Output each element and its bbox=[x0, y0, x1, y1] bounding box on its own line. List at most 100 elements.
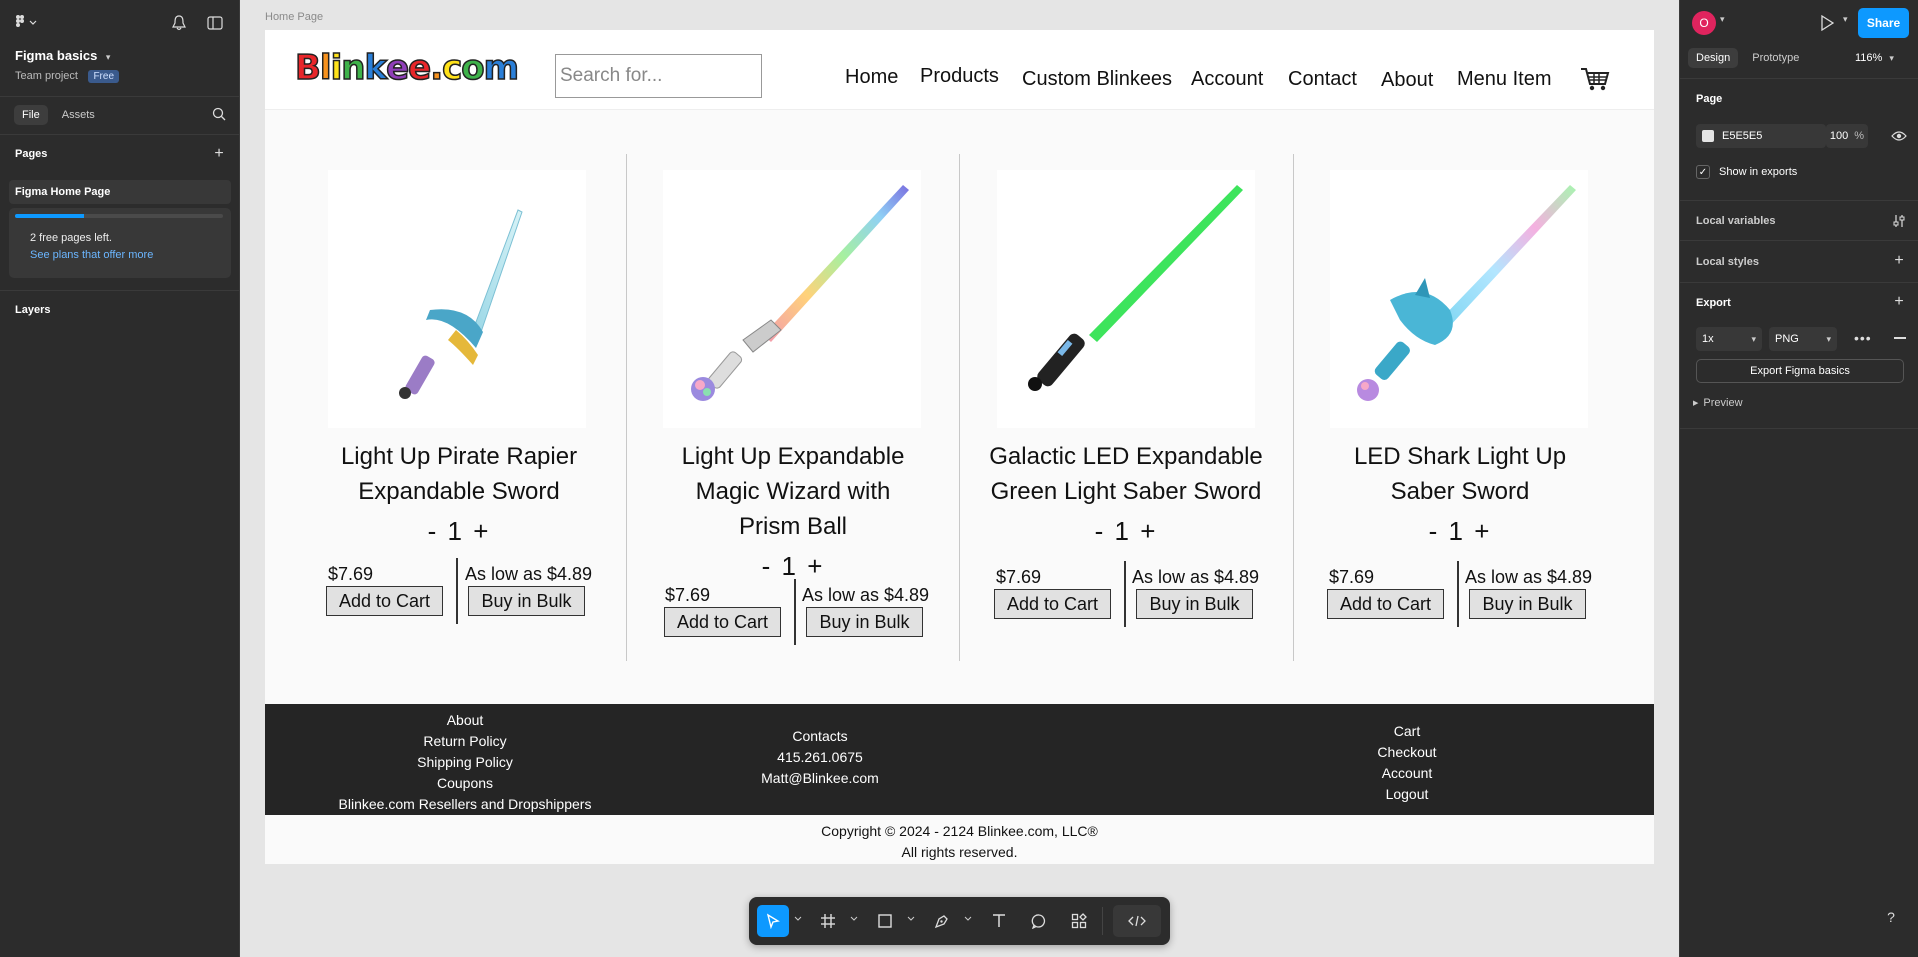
footer-link-account[interactable]: Account bbox=[1347, 763, 1467, 784]
rectangle-tool-icon[interactable] bbox=[869, 905, 901, 937]
more-options-icon[interactable]: ••• bbox=[1854, 330, 1872, 346]
decrement-button[interactable]: - bbox=[1095, 516, 1106, 546]
dev-mode-toggle[interactable] bbox=[1113, 905, 1161, 937]
see-plans-link[interactable]: See plans that offer more bbox=[30, 249, 153, 261]
footer-email[interactable]: Matt@Blinkee.com bbox=[710, 768, 930, 789]
increment-button[interactable]: + bbox=[1140, 516, 1157, 546]
decrement-button[interactable]: - bbox=[762, 551, 773, 581]
buy-in-bulk-button[interactable]: Buy in Bulk bbox=[806, 607, 923, 637]
nav-about[interactable]: About bbox=[1381, 69, 1433, 92]
nav-menu-item[interactable]: Menu Item bbox=[1457, 68, 1551, 91]
page-opacity-field[interactable]: 100 % bbox=[1826, 124, 1868, 148]
preview-toggle[interactable]: ▶ Preview bbox=[1693, 397, 1743, 409]
increment-button[interactable]: + bbox=[473, 516, 490, 546]
shark-light-saber-image[interactable] bbox=[1330, 170, 1588, 428]
wizard-prism-ball-sword-image[interactable] bbox=[663, 170, 921, 428]
quantity-stepper[interactable]: - 1 + bbox=[1410, 516, 1510, 547]
share-button[interactable]: Share bbox=[1858, 8, 1909, 38]
product-title[interactable]: Light Up Pirate Rapier Expandable Sword bbox=[309, 439, 609, 509]
export-scale-select[interactable]: 1x ▾ bbox=[1696, 327, 1762, 351]
quantity-stepper[interactable]: - 1 + bbox=[1076, 516, 1176, 547]
chevron-down-icon[interactable] bbox=[964, 915, 972, 923]
chevron-down-icon[interactable] bbox=[794, 915, 802, 923]
page-color-value: E5E5E5 bbox=[1722, 130, 1763, 142]
add-to-cart-button[interactable]: Add to Cart bbox=[664, 607, 781, 637]
zoom-dropdown[interactable]: 116% ▾ bbox=[1855, 52, 1894, 64]
tab-prototype[interactable]: Prototype bbox=[1744, 48, 1807, 68]
eye-visibility-icon[interactable] bbox=[1891, 128, 1907, 144]
increment-button[interactable]: + bbox=[807, 551, 824, 581]
decrement-button[interactable]: - bbox=[428, 516, 439, 546]
add-to-cart-button[interactable]: Add to Cart bbox=[326, 586, 443, 616]
page-color-field[interactable]: E5E5E5 bbox=[1696, 124, 1826, 148]
chevron-down-icon[interactable] bbox=[907, 915, 915, 923]
export-format-select[interactable]: PNG ▾ bbox=[1769, 327, 1837, 351]
pen-tool-icon[interactable] bbox=[926, 905, 958, 937]
comment-tool-icon[interactable] bbox=[1023, 905, 1055, 937]
chevron-down-icon[interactable]: ▾ bbox=[1720, 14, 1725, 25]
actions-tool-icon[interactable] bbox=[1063, 905, 1095, 937]
footer-link-resellers[interactable]: Blinkee.com Resellers and Dropshippers bbox=[305, 794, 625, 815]
nav-custom-blinkees[interactable]: Custom Blinkees bbox=[1022, 68, 1172, 91]
product-title[interactable]: Light Up Expandable Magic Wizard with Pr… bbox=[643, 439, 943, 544]
notifications-bell-icon[interactable] bbox=[170, 14, 188, 32]
help-button[interactable]: ? bbox=[1877, 903, 1905, 931]
tab-assets[interactable]: Assets bbox=[54, 105, 103, 125]
quantity-stepper[interactable]: - 1 + bbox=[409, 516, 509, 547]
footer-link-shipping-policy[interactable]: Shipping Policy bbox=[305, 752, 625, 773]
footer-link-return-policy[interactable]: Return Policy bbox=[305, 731, 625, 752]
buy-in-bulk-button[interactable]: Buy in Bulk bbox=[1469, 589, 1586, 619]
toolbar-divider bbox=[1102, 907, 1103, 935]
divider bbox=[0, 96, 240, 97]
increment-button[interactable]: + bbox=[1474, 516, 1491, 546]
footer-link-cart[interactable]: Cart bbox=[1347, 721, 1467, 742]
footer-link-checkout[interactable]: Checkout bbox=[1347, 742, 1467, 763]
green-light-saber-image[interactable] bbox=[997, 170, 1255, 428]
export-button[interactable]: Export Figma basics bbox=[1696, 359, 1904, 383]
decrement-button[interactable]: - bbox=[1429, 516, 1440, 546]
figma-menu-button[interactable] bbox=[14, 14, 38, 35]
blinkee-logo[interactable]: Blinkee.com bbox=[294, 47, 520, 89]
product-title[interactable]: LED Shark Light Up Saber Sword bbox=[1310, 439, 1610, 509]
add-page-plus-icon[interactable]: + bbox=[211, 145, 227, 162]
page-item-figma-home-page[interactable]: Figma Home Page bbox=[9, 180, 231, 204]
footer-link-logout[interactable]: Logout bbox=[1347, 784, 1467, 805]
buy-in-bulk-button[interactable]: Buy in Bulk bbox=[468, 586, 585, 616]
chevron-down-icon[interactable] bbox=[850, 915, 858, 923]
toggle-sidebar-icon[interactable] bbox=[206, 14, 224, 32]
chevron-down-icon[interactable]: ▾ bbox=[1843, 14, 1848, 25]
tab-file[interactable]: File bbox=[14, 105, 48, 125]
quantity-stepper[interactable]: - 1 + bbox=[743, 551, 843, 582]
site-search-input[interactable]: Search for... bbox=[555, 54, 762, 98]
footer-phone[interactable]: 415.261.0675 bbox=[710, 747, 930, 768]
add-export-plus-icon[interactable]: + bbox=[1891, 293, 1907, 310]
variables-adjust-icon[interactable] bbox=[1891, 213, 1907, 229]
tab-design[interactable]: Design bbox=[1688, 48, 1739, 68]
frame-tool-icon[interactable] bbox=[812, 905, 844, 937]
home-page-frame[interactable]: Blinkee.com Search for... Home Products … bbox=[265, 30, 1654, 864]
add-to-cart-button[interactable]: Add to Cart bbox=[994, 589, 1111, 619]
show-in-exports-checkbox[interactable]: ✓ Show in exports bbox=[1696, 165, 1797, 179]
search-icon[interactable] bbox=[211, 106, 227, 122]
add-style-plus-icon[interactable]: + bbox=[1891, 252, 1907, 269]
footer-link-coupons[interactable]: Coupons bbox=[305, 773, 625, 794]
pirate-rapier-sword-image[interactable] bbox=[328, 170, 586, 428]
footer-link-about[interactable]: About bbox=[305, 710, 625, 731]
local-variables-heading[interactable]: Local variables bbox=[1696, 215, 1776, 227]
remove-export-minus-icon[interactable] bbox=[1894, 337, 1906, 339]
text-tool-icon[interactable] bbox=[983, 905, 1015, 937]
nav-products[interactable]: Products bbox=[920, 65, 999, 88]
nav-home[interactable]: Home bbox=[845, 66, 898, 89]
file-name-button[interactable]: Figma basics ▾ bbox=[15, 47, 110, 65]
present-play-icon[interactable] bbox=[1817, 13, 1837, 33]
color-swatch[interactable] bbox=[1702, 130, 1714, 142]
buy-in-bulk-button[interactable]: Buy in Bulk bbox=[1136, 589, 1253, 619]
nav-account[interactable]: Account bbox=[1191, 68, 1263, 91]
move-tool-icon[interactable] bbox=[757, 905, 789, 937]
frame-label[interactable]: Home Page bbox=[265, 11, 323, 23]
nav-contact[interactable]: Contact bbox=[1288, 68, 1357, 91]
user-avatar[interactable]: O bbox=[1692, 11, 1716, 35]
product-title[interactable]: Galactic LED Expandable Green Light Sabe… bbox=[976, 439, 1276, 509]
shopping-cart-icon[interactable] bbox=[1580, 66, 1610, 97]
add-to-cart-button[interactable]: Add to Cart bbox=[1327, 589, 1444, 619]
